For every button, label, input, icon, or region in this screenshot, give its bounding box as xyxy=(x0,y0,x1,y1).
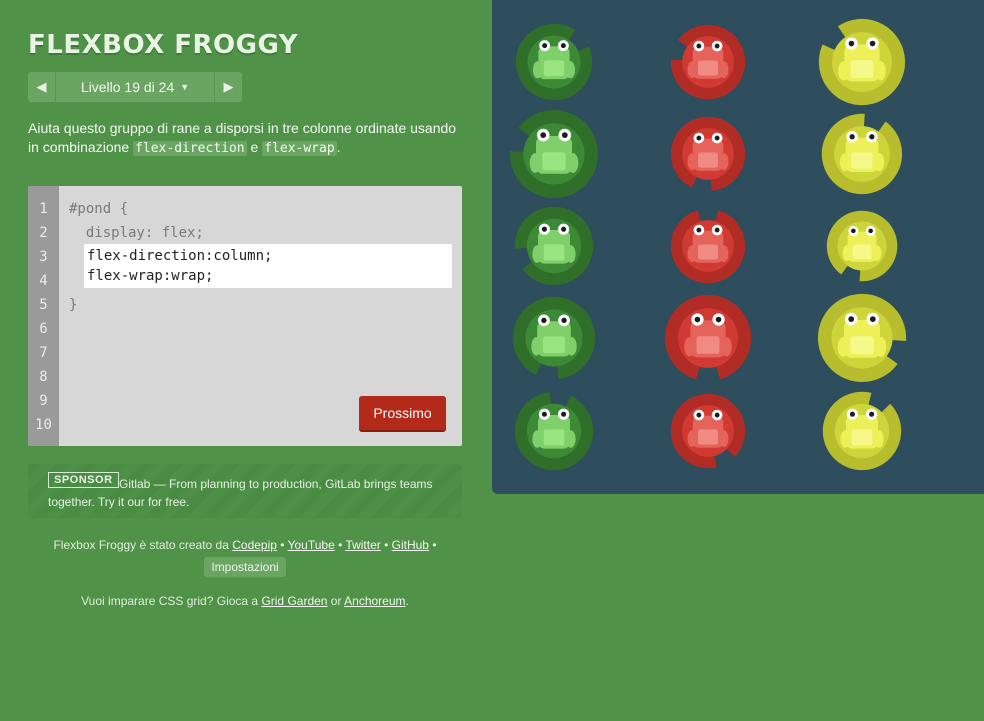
level-navigator: ◀ Livello 19 di 24 ▼ ▶ xyxy=(28,72,242,102)
pond xyxy=(492,0,984,494)
code-editor: 1 2 3 4 5 6 7 8 9 10 #pond { display: fl… xyxy=(28,186,462,446)
green-frog-on-lilypad xyxy=(514,206,594,286)
separator: • xyxy=(276,538,288,552)
code-flex-wrap: flex-wrap xyxy=(262,141,337,156)
yellow-frog-on-lilypad xyxy=(817,293,907,383)
line-number: 6 xyxy=(39,321,48,337)
red-frog-on-lilypad xyxy=(670,393,746,469)
instructions: Aiuta questo gruppo di rane a disporsi i… xyxy=(28,119,462,158)
green-frog-on-lilypad xyxy=(514,392,594,471)
grid-garden-link[interactable]: Grid Garden xyxy=(261,594,327,608)
triangle-left-icon: ◀ xyxy=(36,79,47,94)
youtube-link[interactable]: YouTube xyxy=(288,538,335,552)
line-number: 7 xyxy=(39,345,48,361)
line-number: 5 xyxy=(39,297,48,313)
green-frog-on-lilypad xyxy=(515,23,593,101)
other-games-or: or xyxy=(327,594,345,608)
line-number: 9 xyxy=(39,393,48,409)
red-frog-on-lilypad xyxy=(670,24,746,100)
triangle-right-icon: ▶ xyxy=(223,79,234,94)
settings-button[interactable]: Impostazioni xyxy=(204,557,286,577)
code-line-2: display: flex; xyxy=(69,225,204,241)
css-answer-input[interactable] xyxy=(84,244,452,288)
other-games-prefix: Vuoi imparare CSS grid? Gioca a xyxy=(81,594,262,608)
separator: • xyxy=(380,538,392,552)
line-number: 10 xyxy=(35,417,52,433)
separator: • xyxy=(334,538,346,552)
github-link[interactable]: GitHub xyxy=(392,538,429,552)
caret-down-icon: ▼ xyxy=(180,82,190,92)
codepip-link[interactable]: Codepip xyxy=(232,538,277,552)
line-number: 8 xyxy=(39,369,48,385)
red-frog-on-lilypad xyxy=(670,116,746,192)
sponsor-banner[interactable]: SPONSOR Gitlab — From planning to produc… xyxy=(28,464,462,518)
line-number: 1 xyxy=(39,201,48,217)
line-number: 4 xyxy=(39,273,48,289)
line-number: 2 xyxy=(39,225,48,241)
red-frog-on-lilypad xyxy=(670,210,746,284)
level-label: Livello 19 di 24 xyxy=(80,79,175,95)
other-games-suffix: . xyxy=(405,594,409,608)
instructions-end: . xyxy=(336,139,341,155)
yellow-frog-on-lilypad xyxy=(826,210,898,282)
code-flex-direction: flex-direction xyxy=(133,141,247,156)
previous-level-button[interactable]: ◀ xyxy=(28,72,56,102)
green-frog-on-lilypad xyxy=(509,109,599,199)
next-level-button[interactable]: ▶ xyxy=(214,72,242,102)
line-number: 3 xyxy=(39,249,48,265)
page-title: FLEXBOX FROGGY xyxy=(28,30,299,60)
yellow-frog-on-lilypad xyxy=(821,113,903,195)
yellow-frog-on-lilypad xyxy=(818,18,906,106)
anchoreum-link[interactable]: Anchoreum xyxy=(344,594,405,608)
credits: Flexbox Froggy è stato creato da Codepip… xyxy=(28,538,462,577)
twitter-link[interactable]: Twitter xyxy=(345,538,380,552)
other-games: Vuoi imparare CSS grid? Gioca a Grid Gar… xyxy=(28,594,462,608)
separator: • xyxy=(428,538,437,552)
credits-prefix: Flexbox Froggy è stato creato da xyxy=(53,538,233,552)
code-line-5: } xyxy=(69,297,78,313)
yellow-frog-on-lilypad xyxy=(822,391,902,471)
level-dropdown[interactable]: Livello 19 di 24 ▼ xyxy=(56,72,214,102)
code-line-1: #pond { xyxy=(69,201,129,217)
line-number-gutter: 1 2 3 4 5 6 7 8 9 10 xyxy=(28,186,59,446)
instructions-and: e xyxy=(246,139,263,155)
green-frog-on-lilypad xyxy=(512,296,596,379)
answer-box xyxy=(84,244,452,288)
next-button[interactable]: Prossimo xyxy=(359,396,446,430)
sponsor-text: Gitlab — From planning to production, Gi… xyxy=(48,477,433,509)
red-frog-on-lilypad xyxy=(664,294,752,380)
